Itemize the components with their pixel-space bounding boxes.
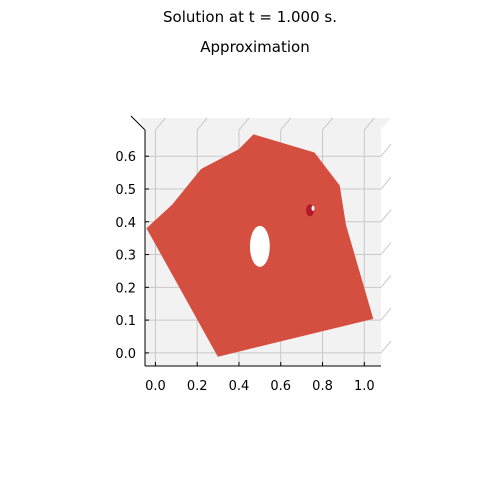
chart-suptitle: Solution at t = 1.000 s. (163, 8, 337, 26)
y-grid-depth (380, 143, 392, 157)
x-tick-label: 0.6 (270, 379, 291, 394)
x-tick-label: 0.8 (312, 379, 333, 394)
x-tick-label: 1.0 (354, 379, 375, 394)
y-grid-depth (380, 275, 392, 288)
x-tick-label: 0.0 (145, 379, 166, 394)
back-pane (139, 118, 391, 130)
chart-title: Approximation (200, 38, 309, 56)
y-grid-depth (380, 242, 392, 255)
chart-figure: Solution at t = 1.000 s. Approximation 0… (115, 8, 392, 394)
y-grid-depth (380, 209, 392, 223)
y-tick-label: 0.5 (115, 183, 136, 198)
surface-marker-highlight (311, 205, 315, 211)
y-axis-ticks: 0.0 0.1 0.2 0.3 0.4 0.5 0.6 (115, 150, 149, 362)
y-tick-label: 0.0 (115, 347, 136, 362)
y-grid-depth (380, 340, 392, 354)
y-grid-depth (380, 176, 392, 190)
x-tick-label: 0.2 (187, 379, 208, 394)
surface-hole (249, 225, 270, 267)
y-grid-depth (380, 307, 392, 321)
y-tick-label: 0.1 (115, 314, 136, 329)
x-tick-label: 0.4 (229, 379, 250, 394)
y-tick-label: 0.4 (115, 216, 136, 231)
y-tick-label: 0.6 (115, 150, 136, 165)
y-tick-label: 0.3 (115, 249, 136, 264)
x-axis-ticks: 0.0 0.2 0.4 0.6 0.8 1.0 (145, 362, 375, 394)
y-tick-label: 0.2 (115, 281, 136, 296)
axes-3d: 0.0 0.2 0.4 0.6 0.8 1.0 0.0 0.1 0.2 0.3 0.4 0.5 0.6 (115, 115, 392, 394)
